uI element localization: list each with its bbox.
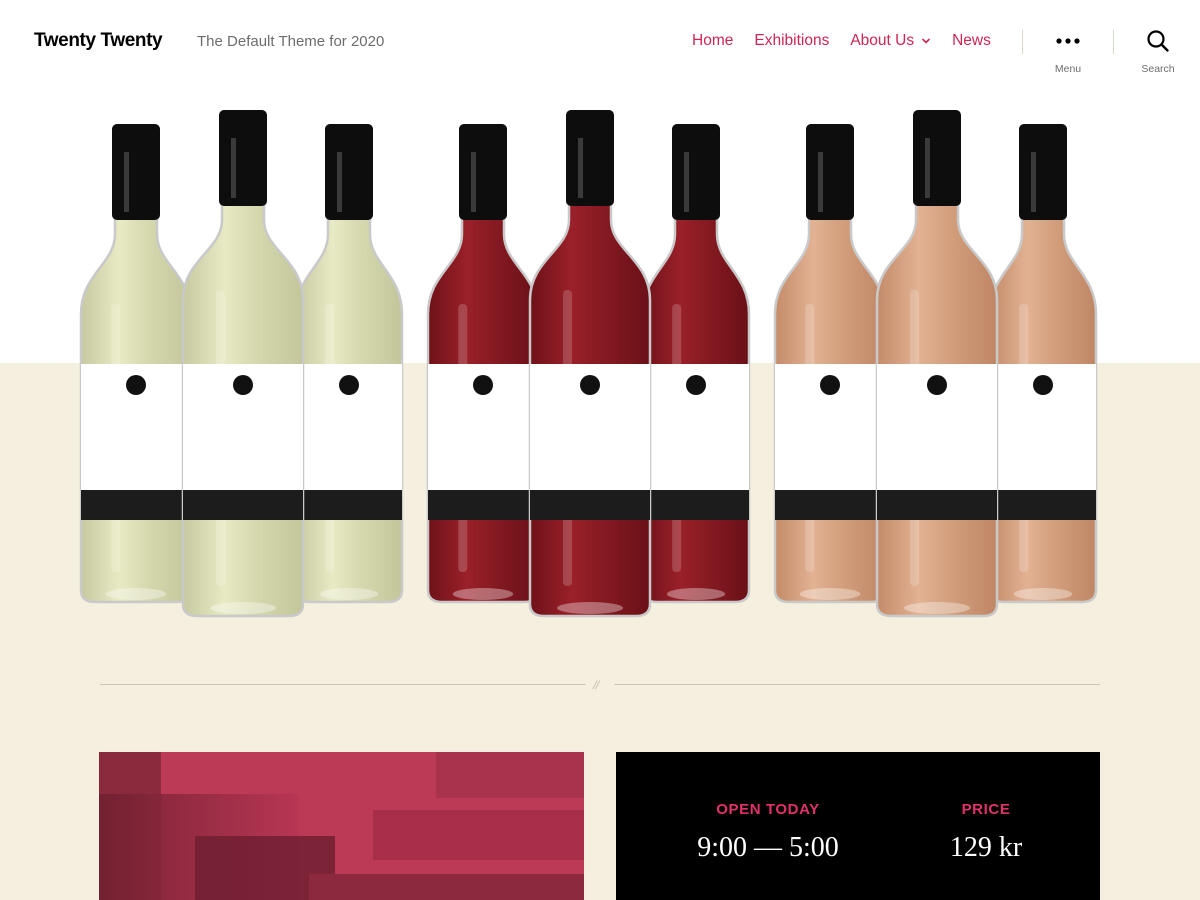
bottle-logo-icon bbox=[339, 375, 359, 395]
chevron-down-icon bbox=[922, 38, 931, 44]
opening-hours-value: 9:00 — 5:00 bbox=[697, 832, 839, 863]
nav-item-label: Home bbox=[692, 32, 734, 49]
site-header: Twenty Twenty The Default Theme for 2020… bbox=[0, 0, 1200, 84]
opening-hours-heading: OPEN TODAY bbox=[716, 801, 820, 818]
bottle-logo-icon bbox=[820, 375, 840, 395]
nav-item-about-us[interactable]: About Us bbox=[850, 32, 931, 50]
separator-line-left bbox=[100, 684, 586, 685]
wine-bottle-rose bbox=[773, 124, 887, 604]
search-toggle-button[interactable]: Search bbox=[1138, 28, 1178, 75]
wine-bottle-red bbox=[641, 124, 751, 604]
search-toggle-label: Search bbox=[1141, 63, 1175, 75]
nav-item-label: News bbox=[952, 32, 991, 49]
abstract-pattern-image bbox=[99, 752, 584, 900]
nav-item-news[interactable]: News bbox=[952, 32, 991, 50]
opening-hours-block: OPEN TODAY 9:00 — 5:00 bbox=[676, 801, 860, 864]
nav-item-exhibitions[interactable]: Exhibitions bbox=[754, 32, 829, 50]
wine-bottle-white bbox=[181, 110, 305, 618]
menu-toggle-button[interactable]: Menu bbox=[1048, 28, 1088, 75]
price-heading: PRICE bbox=[961, 801, 1011, 818]
header-divider bbox=[1113, 30, 1114, 54]
info-panel: OPEN TODAY 9:00 — 5:00 PRICE 129 kr bbox=[616, 752, 1100, 900]
nav-item-label: Exhibitions bbox=[754, 32, 830, 49]
wine-bottle-red bbox=[426, 124, 540, 604]
nav-item-label: About Us bbox=[850, 32, 915, 49]
site-title[interactable]: Twenty Twenty bbox=[34, 30, 163, 52]
bottle-logo-icon bbox=[126, 375, 146, 395]
wine-bottle-red bbox=[528, 110, 652, 618]
bottle-logo-icon bbox=[580, 375, 600, 395]
bottle-logo-icon bbox=[473, 375, 493, 395]
menu-toggle-label: Menu bbox=[1054, 63, 1082, 75]
wine-bottle-white bbox=[79, 124, 193, 604]
separator-mark: // bbox=[593, 677, 599, 692]
hero-image-wine-bottles bbox=[79, 110, 1098, 618]
search-icon bbox=[1147, 30, 1169, 52]
wine-bottle-white bbox=[294, 124, 404, 604]
site-description: The Default Theme for 2020 bbox=[197, 33, 385, 50]
nav-item-home[interactable]: Home bbox=[692, 32, 733, 50]
bottle-logo-icon bbox=[686, 375, 706, 395]
wine-bottle-rose bbox=[875, 110, 999, 618]
bottle-logo-icon bbox=[233, 375, 253, 395]
decorative-gradient-image bbox=[99, 752, 584, 900]
price-block: PRICE 129 kr bbox=[916, 801, 1056, 864]
price-value: 129 kr bbox=[949, 832, 1023, 863]
ellipsis-icon bbox=[1056, 38, 1080, 44]
wine-bottle-rose bbox=[988, 124, 1098, 604]
bottle-logo-icon bbox=[1033, 375, 1053, 395]
separator-line-right bbox=[614, 684, 1100, 685]
bottle-logo-icon bbox=[927, 375, 947, 395]
header-divider bbox=[1022, 30, 1023, 54]
primary-nav: Home Exhibitions About Us News bbox=[692, 32, 1012, 50]
